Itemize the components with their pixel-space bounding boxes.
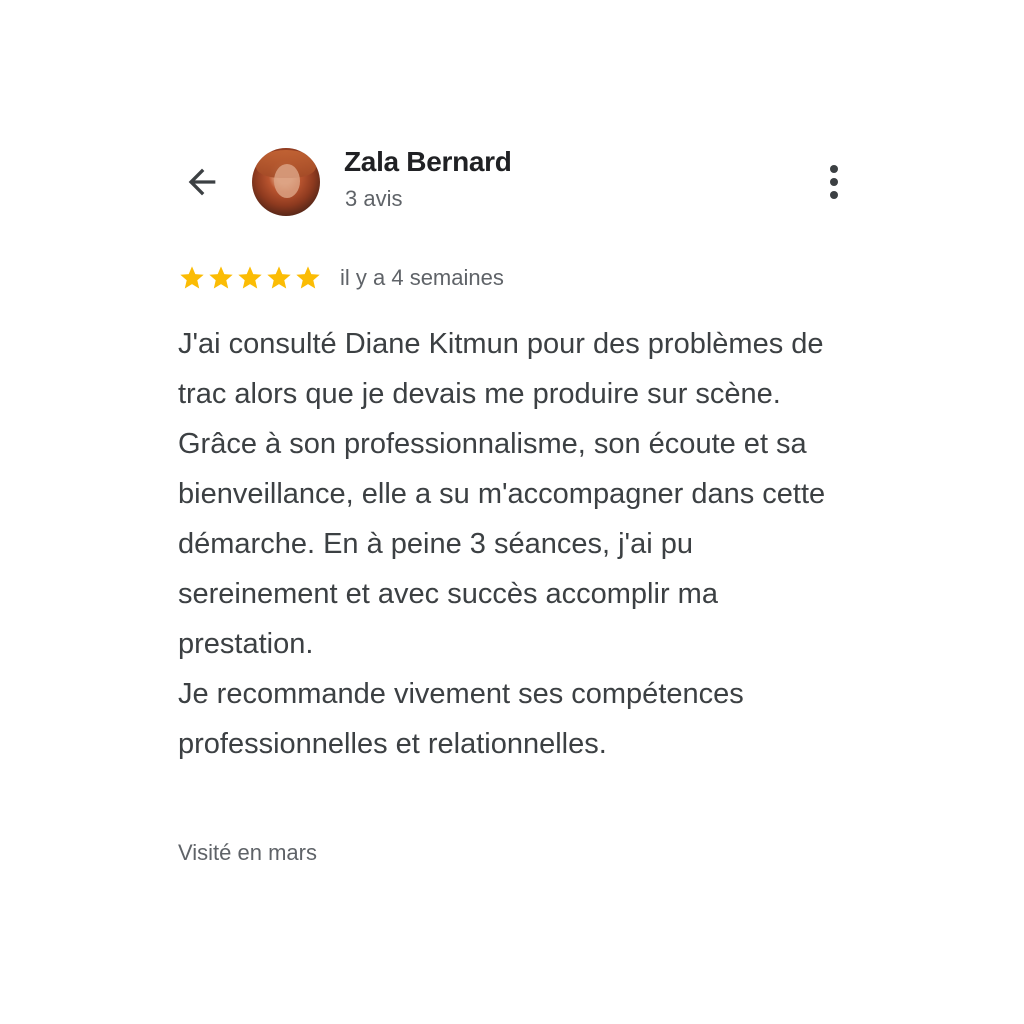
star-icon [296,266,320,289]
more-vert-icon [830,165,838,173]
review-text: J'ai consulté Diane Kitmun pour des prob… [178,328,826,760]
star-icon [267,266,291,289]
back-button[interactable] [178,158,226,206]
star-rating [178,264,322,292]
star-icon [238,266,262,289]
arrow-left-icon [188,168,216,196]
review-count: 3 avis [345,186,403,211]
star-icon [209,266,233,289]
review-date: il y a 4 semaines [340,265,504,290]
avatar[interactable] [252,148,320,216]
star-icon [180,266,204,289]
more-options-button[interactable] [814,158,854,206]
visit-info: Visité en mars [178,840,317,865]
author-name[interactable]: Zala Bernard [344,146,512,178]
rating-row: il y a 4 semaines [178,264,504,292]
